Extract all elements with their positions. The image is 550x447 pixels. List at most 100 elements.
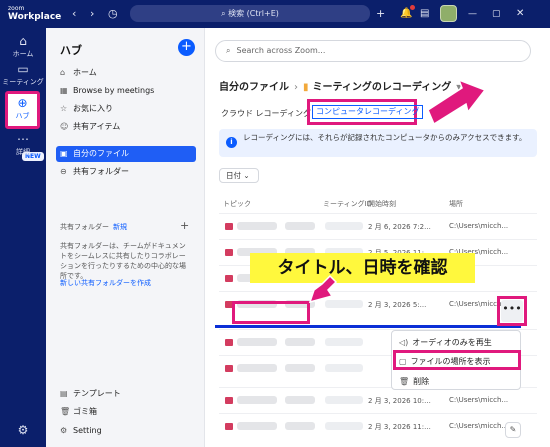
nav-templates[interactable]: ▤ テンプレート xyxy=(56,386,196,402)
blurred-text xyxy=(325,422,363,430)
search-input[interactable]: ⌕ Search across Zoom... xyxy=(215,40,531,62)
shared-folders-header: 共有フォルダー 新規 xyxy=(60,222,127,232)
row-location: C:\Users\micch... xyxy=(449,422,509,430)
nav-label: 自分のファイル xyxy=(73,149,129,158)
minimize-icon[interactable]: — xyxy=(468,6,477,22)
shared-folders-description: 共有フォルダーは、チームがドキュメントをシームレスに共有したりコラボレーションを… xyxy=(60,242,186,280)
nav-shared-items[interactable]: ☺ 共有アイテム xyxy=(56,119,196,135)
maximize-icon[interactable]: ▢ xyxy=(492,6,501,22)
nav-label: ゴミ箱 xyxy=(73,407,97,416)
blurred-text xyxy=(325,396,363,404)
create-shared-folder-link[interactable]: 新しい共有フォルダーを作成 xyxy=(60,278,151,288)
rail-item-home[interactable]: ⌂ ホーム xyxy=(0,34,46,59)
speaker-icon: ◁) xyxy=(399,338,409,347)
people-icon: ☺ xyxy=(60,122,69,131)
breadcrumb-current: ミーティングのレコーディング xyxy=(312,82,452,93)
close-icon[interactable]: ✕ xyxy=(516,6,524,22)
column-meeting-id[interactable]: ミーティングID xyxy=(323,199,372,209)
nav-label: 共有アイテム xyxy=(73,122,121,131)
recording-icon xyxy=(225,275,233,282)
search-placeholder: Search across Zoom... xyxy=(236,46,326,55)
row-date: 2 月 3, 2026 5:... xyxy=(368,301,427,309)
recording-icon xyxy=(225,249,233,256)
row-location: C:\Users\micch... xyxy=(449,222,509,230)
nav-home[interactable]: ⌂ ホーム xyxy=(56,65,196,81)
row-location: C:\Users\micch... xyxy=(449,396,509,404)
new-label: 新規 xyxy=(113,223,127,231)
nav-setting[interactable]: ⚙ Setting xyxy=(56,423,196,439)
app-rail: ⌂ ホーム ▭ ミーティング ⊕ ハブ NEW ⋯ 詳細 ⚙ xyxy=(0,28,46,447)
folder-icon: ⊖ xyxy=(60,167,67,176)
title-bar: zoom Workplace ‹ › ◷ ⌕ 検索 (Ctrl+E) + 🔔 ▤… xyxy=(0,0,550,28)
blurred-text xyxy=(285,422,315,430)
blurred-text xyxy=(237,222,277,230)
highlight-box xyxy=(393,350,521,370)
recording-icon xyxy=(225,397,233,404)
more-icon: ⋯ xyxy=(17,132,29,146)
tab-cloud-recording[interactable]: クラウド レコーディング xyxy=(221,108,311,119)
forward-icon[interactable]: › xyxy=(90,6,94,22)
template-icon: ▤ xyxy=(60,389,68,398)
nav-label: お気に入り xyxy=(73,104,113,113)
rail-item-settings[interactable]: ⚙ xyxy=(0,423,46,438)
column-topic[interactable]: トピック xyxy=(223,199,251,209)
row-date: 2 月 3, 2026 10:... xyxy=(368,397,431,405)
table-row[interactable]: 2 月 3, 2026 10:... C:\Users\micch... xyxy=(219,387,537,413)
highlight-box xyxy=(232,301,310,324)
avatar[interactable] xyxy=(440,5,457,22)
trash-icon: 🗑 xyxy=(399,377,410,386)
shared-folders-title: 共有フォルダー xyxy=(60,223,109,231)
search-icon: ⌕ xyxy=(226,46,231,55)
plus-icon[interactable]: + xyxy=(376,6,385,22)
info-banner: i レコーディングには、それらが記録されたコンピュータからのみアクセスできます。 xyxy=(219,129,537,157)
blurred-text xyxy=(285,396,315,404)
nav-favorites[interactable]: ☆ お気に入り xyxy=(56,101,196,117)
breadcrumb-root[interactable]: 自分のファイル xyxy=(219,82,289,93)
date-filter[interactable]: 日付 ⌄ xyxy=(219,168,259,183)
nav-my-files[interactable]: ▣ 自分のファイル xyxy=(56,146,196,162)
row-date: 2 月 3, 2026 11:... xyxy=(368,423,431,431)
trash-icon: 🗑 xyxy=(60,407,71,416)
table-row[interactable]: 2 月 3, 2026 11:... C:\Users\micch... xyxy=(219,413,537,439)
blurred-text xyxy=(325,364,363,372)
column-location[interactable]: 場所 xyxy=(449,199,463,209)
home-icon: ⌂ xyxy=(60,68,66,77)
blurred-text xyxy=(237,422,277,430)
rail-item-hub[interactable]: ⊕ ハブ xyxy=(5,91,40,129)
chevron-down-icon[interactable]: ▾ xyxy=(456,82,461,93)
chat-icon[interactable]: ✎ xyxy=(505,422,521,438)
more-options-button[interactable]: ••• xyxy=(501,300,523,322)
nav-shared-folders[interactable]: ⊖ 共有フォルダー xyxy=(56,164,196,180)
global-search-label: 検索 (Ctrl+E) xyxy=(228,9,279,18)
rail-item-more[interactable]: ⋯ 詳細 xyxy=(0,132,46,157)
global-search[interactable]: ⌕ 検索 (Ctrl+E) xyxy=(130,5,370,22)
rail-item-label: ハブ xyxy=(15,112,30,120)
star-icon: ☆ xyxy=(60,104,68,113)
rail-item-label: ホーム xyxy=(12,50,34,58)
info-text: レコーディングには、それらが記録されたコンピュータからのみアクセスできます。 xyxy=(243,133,527,142)
notification-dot xyxy=(410,5,415,10)
row-date: 2 月 6, 2026 7:2... xyxy=(368,223,431,231)
back-icon[interactable]: ‹ xyxy=(72,6,76,22)
annotation-line xyxy=(215,325,521,328)
nav-browse-meetings[interactable]: ▦ Browse by meetings xyxy=(56,83,196,99)
add-shared-folder-icon[interactable]: + xyxy=(180,219,189,232)
table-row[interactable]: 2 月 6, 2026 7:2... C:\Users\micch... xyxy=(219,213,537,239)
menu-item-play-audio[interactable]: ◁) オーディオのみを再生 xyxy=(399,337,492,348)
add-button[interactable]: + xyxy=(178,39,195,56)
menu-item-label: 削除 xyxy=(413,377,430,386)
calendar-icon[interactable]: ▤ xyxy=(420,6,429,22)
gear-icon: ⚙ xyxy=(17,423,29,437)
annotation-banner: タイトル、日時を確認 xyxy=(250,253,475,283)
nav-trash[interactable]: 🗑 ゴミ箱 xyxy=(56,404,196,420)
menu-item-delete[interactable]: 🗑 削除 xyxy=(399,376,429,387)
column-start-time[interactable]: 開始時刻 xyxy=(368,199,396,209)
rail-item-meetings[interactable]: ▭ ミーティング xyxy=(0,62,46,87)
history-icon[interactable]: ◷ xyxy=(108,6,118,22)
nav-label: テンプレート xyxy=(73,389,121,398)
grid-icon: ▦ xyxy=(60,86,68,95)
blurred-text xyxy=(237,364,277,372)
file-icon: ▣ xyxy=(60,149,68,158)
tab-computer-recording[interactable]: コンピュータレコーディング xyxy=(312,105,424,119)
info-icon: i xyxy=(226,137,237,148)
